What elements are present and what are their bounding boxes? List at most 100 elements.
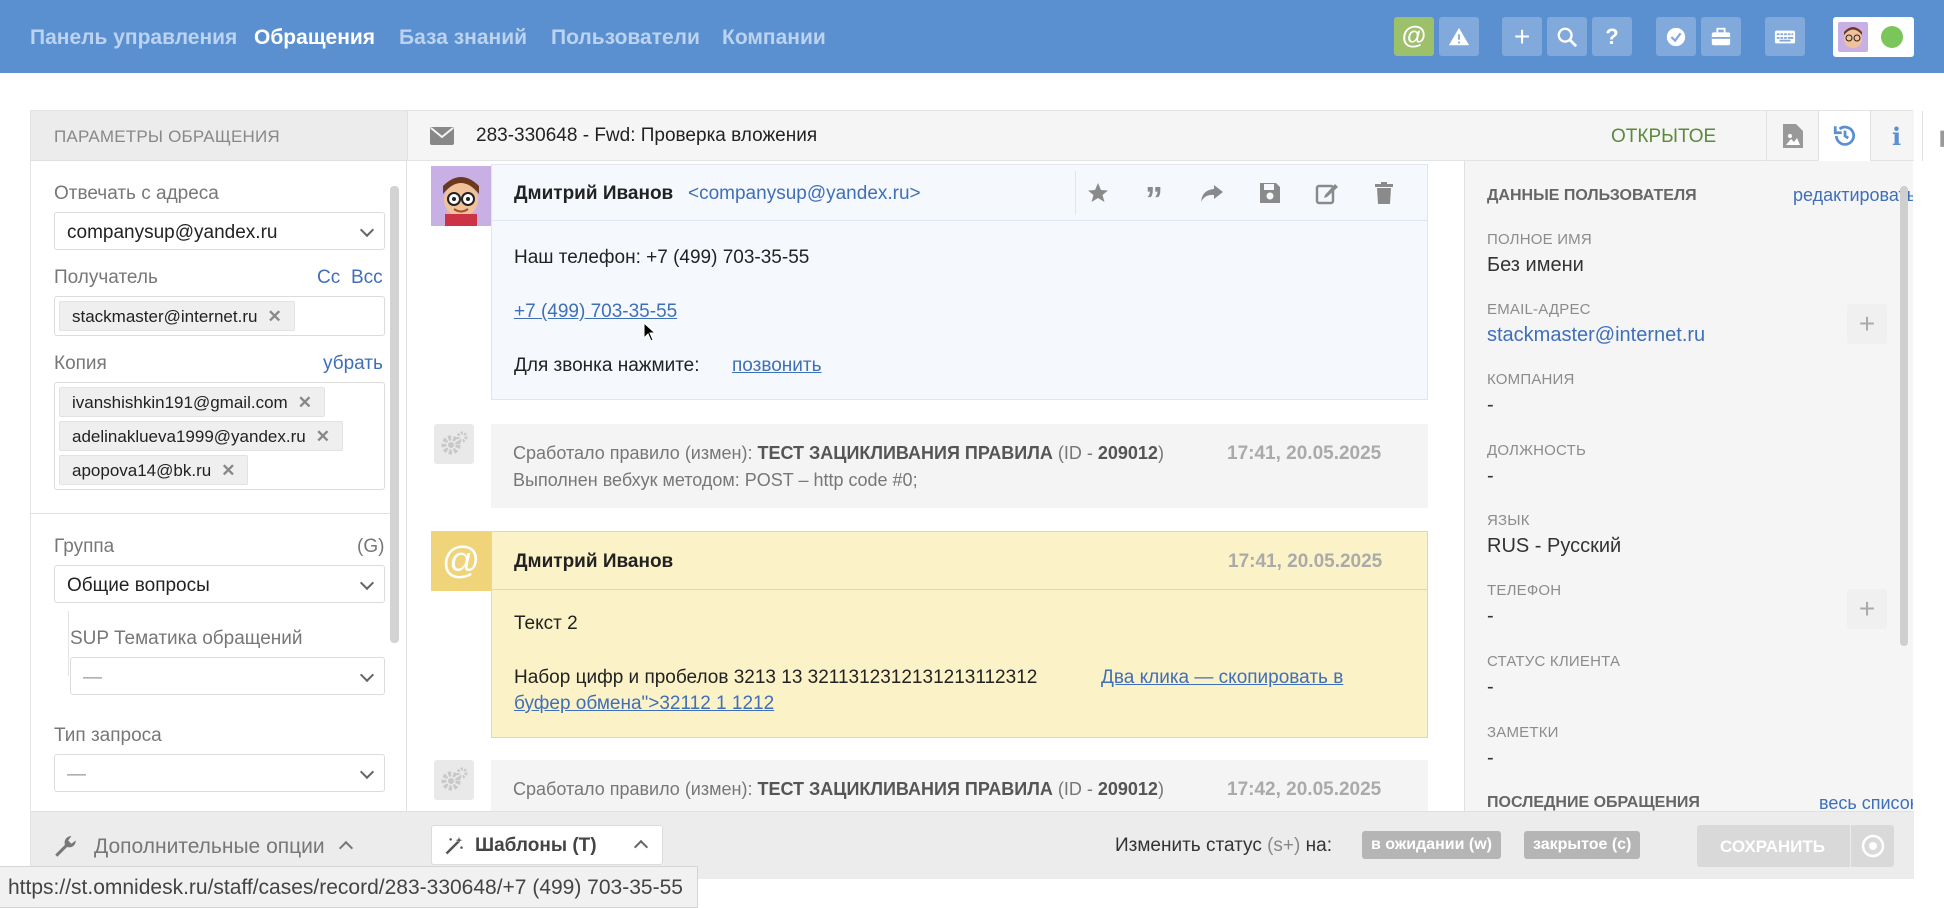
check-badge-icon — [1666, 27, 1686, 46]
copy-tag: apopova14@bk.ru ✕ — [59, 455, 249, 485]
chevron-down-icon — [359, 667, 375, 683]
message-text: Наш телефон: +7 (499) 703-35-55 — [514, 247, 810, 268]
tasks-button[interactable] — [1656, 17, 1696, 56]
call-link[interactable]: позвонить — [732, 355, 822, 377]
keyboard-shortcuts-button[interactable] — [1765, 17, 1805, 56]
files-tab[interactable] — [1766, 111, 1818, 161]
chevron-down-icon — [359, 764, 375, 780]
topic-select[interactable]: — — [70, 657, 385, 695]
email-label: EMAIL-АДРЕС — [1487, 301, 1591, 318]
phone-link[interactable]: +7 (499) 703-35-55 — [514, 301, 677, 323]
info-icon: i — [1891, 121, 1902, 151]
message-sender: Дмитрий Иванов — [514, 183, 674, 204]
copy-link[interactable]: Два клика — скопировать в — [1101, 667, 1343, 689]
all-cases-link[interactable]: весь список — [1819, 793, 1913, 811]
email-value[interactable]: stackmaster@internet.ru — [1487, 324, 1705, 347]
online-status-indicator — [1881, 26, 1903, 48]
message-header: Дмитрий Иванов <companysup@yandex.ru> ” — [492, 165, 1427, 221]
phone-label: ТЕЛЕФОН — [1487, 582, 1562, 599]
rule-name: ТЕСТ ЗАЦИКЛИВАНИЯ ПРАВИЛА — [757, 779, 1053, 799]
change-status-label: Изменить статус (s+) на: — [1115, 835, 1332, 856]
cc-link[interactable]: Cc — [317, 267, 340, 289]
automation-event-icon — [434, 424, 474, 464]
company-value: - — [1487, 394, 1494, 416]
nav-knowledge-base[interactable]: База знаний — [399, 26, 527, 50]
forward-button[interactable] — [1190, 171, 1234, 215]
nav-dashboard[interactable]: Панель управления — [30, 26, 237, 50]
add-phone-button[interactable]: + — [1847, 589, 1887, 629]
nav-cases[interactable]: Обращения — [254, 26, 375, 50]
rule-id: 209012 — [1097, 443, 1158, 463]
plus-icon: + — [1858, 308, 1876, 339]
warning-button[interactable] — [1439, 17, 1479, 56]
remove-icon[interactable]: ✕ — [221, 461, 235, 480]
at-icon: @ — [441, 539, 481, 582]
full-name-value: Без имени — [1487, 254, 1584, 276]
save-button[interactable]: СОХРАНИТЬ — [1697, 825, 1850, 867]
divider — [31, 513, 395, 514]
remove-icon[interactable]: ✕ — [267, 307, 281, 326]
search-icon — [1557, 27, 1578, 47]
trash-icon — [1375, 182, 1393, 204]
recipient-field[interactable]: stackmaster@internet.ru ✕ — [54, 296, 385, 336]
left-scrollbar[interactable] — [390, 186, 399, 643]
info-tab[interactable]: i — [1870, 111, 1922, 161]
reply-from-select[interactable]: companysup@yandex.ru — [54, 212, 385, 250]
client-status-label: СТАТУС КЛИЕНТА — [1487, 653, 1621, 670]
message-card: Дмитрий Иванов <companysup@yandex.ru> ” … — [491, 164, 1428, 400]
add-email-button[interactable]: + — [1847, 304, 1887, 344]
briefcase-button[interactable] — [1701, 17, 1741, 56]
email-channel-button[interactable]: @ — [1394, 17, 1434, 56]
group-select[interactable]: Общие вопросы — [54, 565, 385, 603]
remove-icon[interactable]: ✕ — [316, 427, 330, 446]
message-text: Набор цифр и пробелов 3213 13 3211312312… — [514, 667, 1038, 688]
remove-icon[interactable]: ✕ — [298, 393, 312, 412]
case-header: 283-330648 - Fwd: Проверка вложения ОТКР… — [407, 111, 1944, 161]
search-button[interactable] — [1547, 17, 1587, 56]
apps-tab[interactable] — [1922, 111, 1944, 161]
warning-icon — [1448, 27, 1470, 45]
chevron-up-icon — [338, 840, 354, 856]
copy-field[interactable]: ivanshishkin191@gmail.com ✕ adelinaklueva… — [54, 382, 385, 490]
event-time: 17:42, 20.05.2025 — [1227, 779, 1382, 800]
edit-user-link[interactable]: редактировать — [1793, 185, 1913, 206]
language-value: RUS - Русский — [1487, 535, 1622, 557]
templates-button[interactable]: Шаблоны (T) — [431, 825, 663, 865]
bcc-link[interactable]: Bcc — [351, 267, 383, 289]
case-status[interactable]: ОТКРЫТОЕ — [1611, 126, 1716, 148]
full-name-label: ПОЛНОЕ ИМЯ — [1487, 231, 1592, 248]
message-time: 17:41, 20.05.2025 — [1228, 551, 1383, 572]
phone-value: - — [1487, 605, 1494, 627]
gears-icon — [441, 431, 468, 455]
remove-copy-link[interactable]: убрать — [323, 353, 383, 375]
status-closed-button[interactable]: закрытое (c) — [1524, 831, 1641, 859]
message-sender-email[interactable]: <companysup@yandex.ru> — [688, 183, 921, 205]
user-menu[interactable] — [1833, 17, 1914, 57]
chevron-down-icon — [359, 575, 375, 591]
copy-link[interactable]: буфер обмена">32112 1 1212 — [514, 693, 774, 715]
quote-button[interactable]: ” — [1132, 171, 1176, 218]
right-scrollbar[interactable] — [1900, 186, 1908, 646]
nav-companies[interactable]: Компании — [722, 26, 826, 50]
save-options-button[interactable] — [1851, 825, 1894, 867]
delete-message-button[interactable] — [1362, 171, 1406, 215]
status-pending-button[interactable]: в ожидании (w) — [1362, 831, 1501, 859]
floppy-disk-icon — [1260, 183, 1280, 203]
edit-message-button[interactable] — [1305, 171, 1349, 215]
star-button[interactable] — [1075, 171, 1119, 215]
new-case-button[interactable]: + — [1502, 17, 1542, 56]
automation-event-icon — [434, 760, 474, 800]
chevron-down-icon — [359, 222, 375, 238]
save-message-button[interactable] — [1248, 171, 1292, 215]
nav-users[interactable]: Пользователи — [551, 26, 700, 50]
request-type-select[interactable]: — — [54, 754, 385, 792]
copy-label: Копия — [54, 353, 107, 374]
group-hotkey: (G) — [357, 536, 385, 557]
wrench-icon — [55, 836, 76, 857]
history-tab[interactable] — [1818, 111, 1870, 161]
mouse-cursor-icon — [643, 322, 657, 342]
message-sender: Дмитрий Иванов — [514, 551, 674, 572]
file-image-icon — [1782, 124, 1803, 148]
avatar — [431, 166, 491, 226]
help-button[interactable]: ? — [1592, 17, 1632, 56]
